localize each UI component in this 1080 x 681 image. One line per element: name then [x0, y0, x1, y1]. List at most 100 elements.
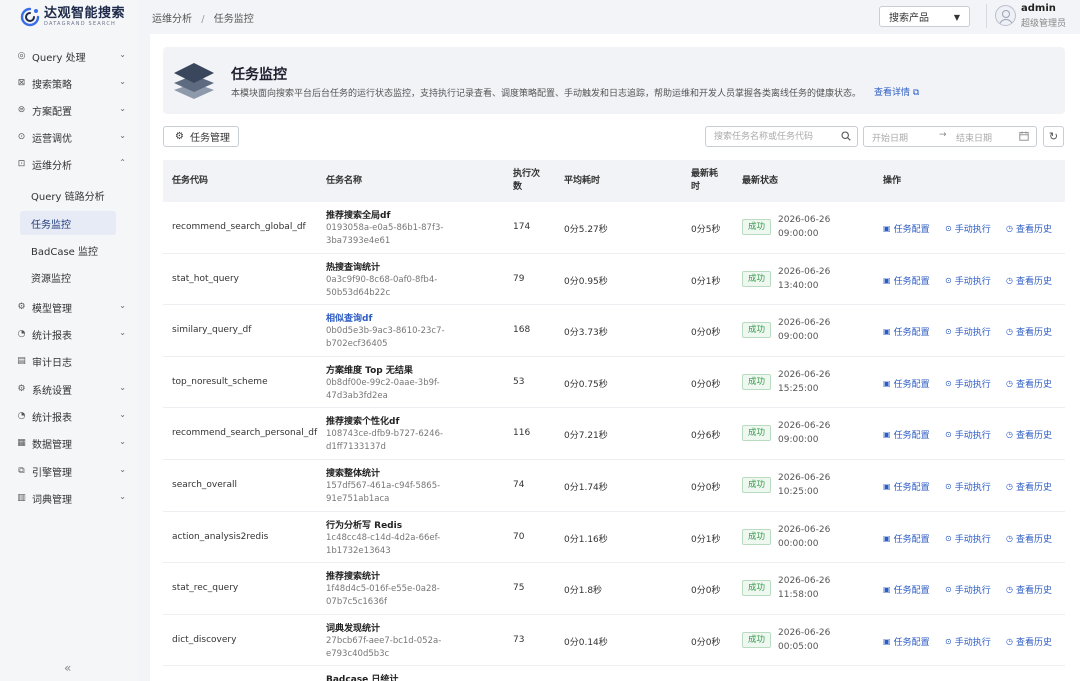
- sidebar-subitem-label: 任务监控: [31, 219, 71, 231]
- avatar[interactable]: [995, 5, 1016, 26]
- chevron-down-icon: ⌄: [119, 465, 126, 474]
- collapse-sidebar-icon[interactable]: «: [64, 661, 71, 675]
- clock-icon: ◷: [1006, 636, 1013, 646]
- chevron-down-icon: ⌄: [119, 50, 126, 59]
- status-badge: 成功: [742, 528, 772, 545]
- product-select[interactable]: 搜索产品 ▼: [879, 6, 970, 27]
- task-config-button[interactable]: ▣ 任务配置: [883, 532, 930, 545]
- sidebar-item-scheme-config[interactable]: ⊜ 方案配置 ⌄: [16, 99, 126, 121]
- manual-run-button[interactable]: ⊙ 手动执行: [945, 325, 991, 338]
- clock-icon: ◷: [1006, 482, 1013, 491]
- avg-duration: 0分1.8秒: [564, 586, 603, 597]
- search-icon[interactable]: [841, 131, 851, 141]
- config-icon: ▣: [883, 585, 891, 595]
- view-history-button[interactable]: ◷ 查看历史: [1006, 377, 1052, 390]
- sidebar-subitem-query-trace[interactable]: Query 链路分析: [20, 183, 116, 207]
- action-label: 任务配置: [893, 276, 930, 287]
- task-config-button[interactable]: ▣ 任务配置: [883, 428, 930, 441]
- view-history-button[interactable]: ◷ 查看历史: [1006, 532, 1052, 545]
- sidebar-item-ops-tuning[interactable]: ⊙ 运营调优 ⌄: [16, 126, 126, 148]
- sidebar-item-label: 系统设置: [32, 385, 72, 397]
- view-history-button[interactable]: ◷ 查看历史: [1006, 222, 1052, 235]
- config-icon: ▣: [883, 224, 891, 233]
- refresh-icon: ↻: [1048, 130, 1059, 143]
- manual-run-button[interactable]: ⊙ 手动执行: [945, 635, 991, 648]
- date-end[interactable]: 结束日期: [956, 131, 992, 144]
- exec-count: 73: [513, 634, 525, 645]
- sidebar-item-query[interactable]: ◎ Query 处理 ⌄: [16, 45, 126, 67]
- avatar-body: [999, 19, 1013, 25]
- view-history-button[interactable]: ◷ 查看历史: [1006, 325, 1052, 338]
- action-label: 任务配置: [893, 225, 930, 235]
- view-details-link[interactable]: 查看详情 ⧉: [874, 85, 919, 98]
- manual-run-button[interactable]: ⊙ 手动执行: [945, 583, 991, 596]
- breadcrumb-parent[interactable]: 运维分析: [152, 14, 192, 25]
- chevron-down-icon: ⌄: [119, 410, 126, 419]
- task-uuid: 108743ce-dfb9-b727-6246-d1ff7133137d: [326, 429, 444, 453]
- task-code: dict_discovery: [172, 634, 237, 645]
- view-history-button[interactable]: ◷ 查看历史: [1006, 480, 1052, 493]
- task-manage-button[interactable]: ⚙ 任务管理: [163, 126, 239, 147]
- logo[interactable]: 达观智能搜索 DATAGRAND SEARCH: [20, 6, 125, 27]
- sidebar-item-label: 审计日志: [32, 357, 72, 369]
- task-name: 推荐搜索个性化df: [326, 417, 400, 428]
- manual-run-button[interactable]: ⊙ 手动执行: [945, 274, 991, 287]
- view-history-button[interactable]: ◷ 查看历史: [1006, 274, 1052, 287]
- avg-duration: 0分3.73秒: [564, 328, 608, 339]
- table-row: stat_rec_query 推荐搜索统计 1f48d4c5-016f-e55e…: [163, 563, 1065, 615]
- task-search-input[interactable]: [706, 127, 834, 146]
- sidebar-item-ops-analysis[interactable]: ⊡ 运维分析 ⌃: [16, 153, 126, 175]
- sidebar-item-stat-report-2[interactable]: ◔ 统计报表 ⌄: [16, 405, 126, 427]
- clock-icon: ◷: [1006, 275, 1013, 285]
- manual-run-button[interactable]: ⊙ 手动执行: [945, 480, 991, 493]
- manual-run-button[interactable]: ⊙ 手动执行: [945, 377, 991, 390]
- sidebar-item-audit-log[interactable]: ▤ 审计日志: [16, 350, 126, 372]
- task-config-button[interactable]: ▣ 任务配置: [883, 222, 930, 235]
- chevron-down-icon: ⌄: [119, 383, 126, 392]
- header-name: 任务名称: [326, 175, 363, 186]
- sidebar-item-search-strategy[interactable]: ⊠ 搜索策略 ⌄: [16, 72, 126, 94]
- task-config-button[interactable]: ▣ 任务配置: [883, 274, 930, 287]
- date-start[interactable]: 开始日期: [872, 131, 908, 144]
- action-label: 任务配置: [893, 328, 930, 339]
- sidebar-item-stat-report[interactable]: ◔ 统计报表 ⌄: [16, 323, 126, 345]
- last-duration: 0分1秒: [691, 276, 721, 287]
- user-name[interactable]: admin: [1021, 3, 1056, 14]
- table-row: Badcase 日统计: [163, 666, 1065, 681]
- chevron-up-icon: ⌃: [119, 158, 126, 167]
- action-label: 查看历史: [1015, 379, 1052, 390]
- task-config-button[interactable]: ▣ 任务配置: [883, 583, 930, 596]
- task-name: 热搜查询统计: [326, 262, 381, 273]
- task-config-button[interactable]: ▣ 任务配置: [883, 377, 930, 390]
- last-duration: 0分1秒: [691, 534, 721, 545]
- play-icon: ⊙: [945, 533, 952, 543]
- manual-run-button[interactable]: ⊙ 手动执行: [945, 428, 991, 441]
- sidebar-item-data-mgmt[interactable]: ▦ 数据管理 ⌄: [16, 432, 126, 454]
- task-uuid: 0b8df00e-99c2-0aae-3b9f-47d3ab3fd2ea: [326, 377, 440, 401]
- task-config-button[interactable]: ▣ 任务配置: [883, 480, 930, 493]
- refresh-button[interactable]: ↻: [1043, 126, 1064, 147]
- task-code: search_overall: [172, 480, 237, 490]
- sidebar-item-system-settings[interactable]: ⚙ 系统设置 ⌄: [16, 378, 126, 400]
- sidebar-item-label: 统计报表: [32, 412, 72, 424]
- task-config-button[interactable]: ▣ 任务配置: [883, 635, 930, 648]
- chevron-down-icon: ⌄: [119, 104, 126, 113]
- sidebar-item-engine-mgmt[interactable]: ⧉ 引擎管理 ⌄: [16, 460, 126, 482]
- task-code: stat_rec_query: [172, 583, 239, 594]
- view-history-button[interactable]: ◷ 查看历史: [1006, 635, 1052, 648]
- view-history-button[interactable]: ◷ 查看历史: [1006, 428, 1052, 441]
- view-history-button[interactable]: ◷ 查看历史: [1006, 583, 1052, 596]
- date-range-picker[interactable]: 开始日期 → 结束日期: [863, 126, 1037, 147]
- sidebar-subitem-task-monitor[interactable]: 任务监控: [20, 211, 116, 235]
- sidebar-subitem-resource-monitor[interactable]: 资源监控: [20, 265, 116, 289]
- manual-run-button[interactable]: ⊙ 手动执行: [945, 532, 991, 545]
- manual-run-button[interactable]: ⊙ 手动执行: [945, 222, 991, 235]
- chevron-down-icon: ⌄: [119, 492, 126, 501]
- sidebar-item-model-mgmt[interactable]: ⚙ 模型管理 ⌄: [16, 296, 126, 318]
- task-name-link[interactable]: 相似查询df: [326, 311, 372, 324]
- sidebar-item-label: 运营调优: [32, 133, 72, 145]
- sidebar-item-dict-mgmt[interactable]: ▥ 词典管理 ⌄: [16, 487, 126, 509]
- task-config-button[interactable]: ▣ 任务配置: [883, 325, 930, 338]
- sidebar-subitem-badcase-monitor[interactable]: BadCase 监控: [20, 238, 116, 262]
- topbar: 运维分析 / 任务监控 搜索产品 ▼ admin 超级管理员: [138, 0, 1080, 34]
